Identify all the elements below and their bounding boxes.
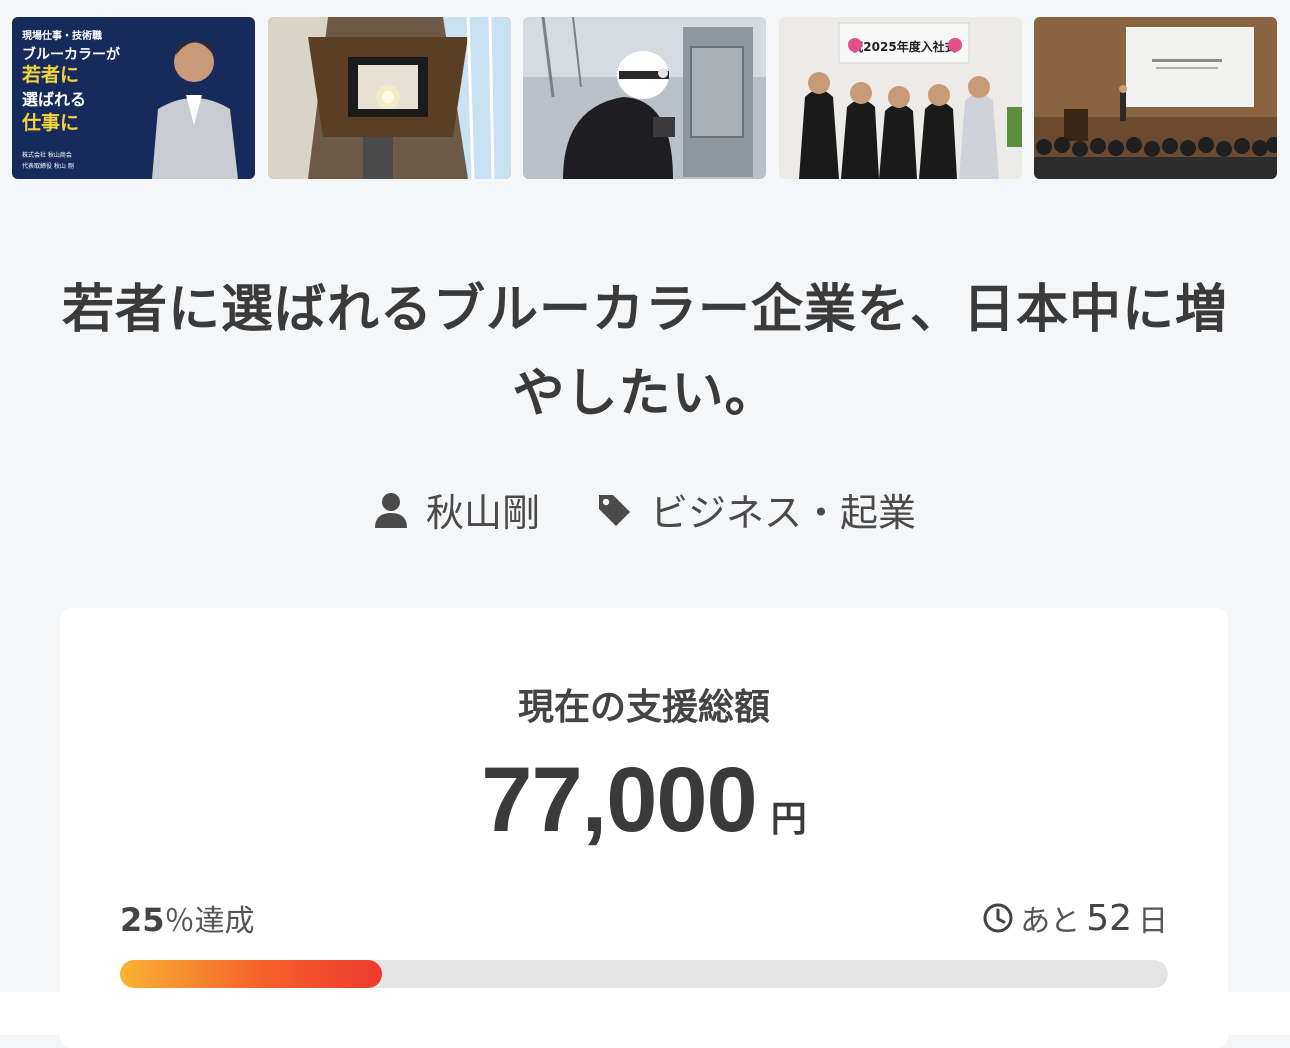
seminar-image xyxy=(1034,17,1277,179)
thumb-ceremony[interactable]: 祝2025年度入社式 xyxy=(779,17,1022,179)
progress-bar-fill xyxy=(120,960,382,988)
project-title: 若者に選ばれるブルーカラー企業を、日本中に増やしたい。 xyxy=(61,280,1228,424)
progress-info: 25 ％達成 あと 52 日 xyxy=(120,896,1168,940)
ceremony-image: 祝2025年度入社式 xyxy=(779,17,1022,179)
progress-bar xyxy=(120,960,1168,988)
tag-icon xyxy=(599,494,630,526)
funding-card: 現在の支援総額 77,000 円 25 ％達成 あと 52 日 xyxy=(60,608,1228,1048)
achievement-rate: 25 ％達成 xyxy=(120,896,255,940)
poster-line-4: 選ばれる xyxy=(22,90,86,109)
remaining-suffix: 日 xyxy=(1138,904,1168,939)
owner-link[interactable]: 秋山剛 xyxy=(374,482,540,537)
remaining-days: あと 52 日 xyxy=(982,896,1168,940)
clock-icon xyxy=(983,903,1013,933)
user-icon xyxy=(374,492,407,528)
remaining-number: 52 xyxy=(1086,897,1132,939)
image-gallery: 現場仕事・技術職 ブルーカラーが 若者に 選ばれる 仕事に 株式会社 秋山商会 … xyxy=(12,17,1280,179)
worker-image xyxy=(523,17,766,179)
achievement-suffix: ％達成 xyxy=(164,904,255,939)
interior-image xyxy=(268,17,511,179)
poster-caption-top: 株式会社 秋山商会 xyxy=(22,151,72,159)
achievement-percent: 25 xyxy=(120,901,165,939)
ceremony-banner: 祝2025年度入社式 xyxy=(851,39,956,54)
category-name: ビジネス・起業 xyxy=(650,491,917,535)
bottom-cutoff xyxy=(0,992,1290,1035)
funding-amount-row: 77,000 円 xyxy=(60,748,1228,853)
project-meta: 秋山剛 ビジネス・起業 xyxy=(0,482,1290,537)
funding-label: 現在の支援総額 xyxy=(517,687,770,728)
thumb-interior[interactable] xyxy=(268,17,511,179)
funding-amount: 77,000 xyxy=(481,749,757,851)
poster-image: 現場仕事・技術職 ブルーカラーが 若者に 選ばれる 仕事に 株式会社 秋山商会 … xyxy=(12,17,255,179)
thumb-worker[interactable] xyxy=(523,17,766,179)
category-link[interactable]: ビジネス・起業 xyxy=(596,482,916,537)
owner-name: 秋山剛 xyxy=(425,491,540,535)
poster-caption-bottom: 代表取締役 秋山 剛 xyxy=(22,162,74,170)
remaining-prefix: あと xyxy=(1020,904,1081,939)
thumb-seminar[interactable] xyxy=(1034,17,1277,179)
poster-line-5: 仕事に xyxy=(21,111,79,134)
poster-line-2: ブルーカラーが xyxy=(22,46,121,63)
poster-line-1: 現場仕事・技術職 xyxy=(22,29,102,42)
funding-unit: 円 xyxy=(770,799,807,840)
poster-line-3: 若者に xyxy=(22,63,79,86)
thumb-poster[interactable]: 現場仕事・技術職 ブルーカラーが 若者に 選ばれる 仕事に 株式会社 秋山商会 … xyxy=(12,17,255,179)
